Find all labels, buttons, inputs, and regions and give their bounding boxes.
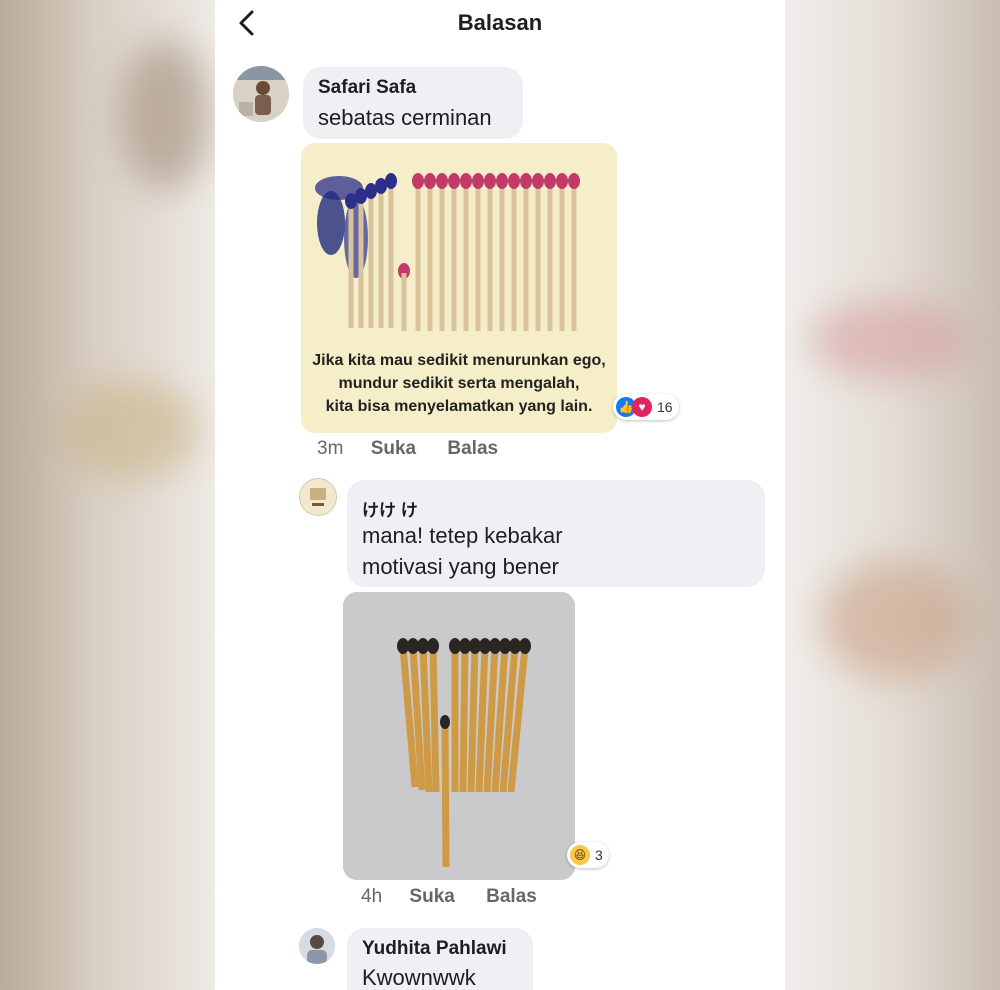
avatar[interactable] [299,928,335,964]
reaction-count: 16 [657,399,673,415]
top-bar: Balasan [215,0,785,50]
background-blur-shape [120,40,210,190]
avatar[interactable] [299,478,337,516]
image-caption-line: kita bisa menyelamatkan yang lain. [325,398,593,415]
like-button[interactable]: Suka [409,886,454,907]
comment-author[interactable]: けけ け [362,496,418,521]
page-title: Balasan [457,10,543,35]
background-blur-shape [810,300,970,380]
comment-text-line: mana! tetep kebakar [362,523,563,548]
comment-actions: 3m Suka Balas [317,438,498,460]
background-blur-shape [820,560,970,680]
like-button[interactable]: Suka [371,438,416,459]
comment-author[interactable]: Yudhita Pahlawi [362,938,507,960]
comment-bubble[interactable]: Safari Safa sebatas cerminan [303,67,523,139]
image-caption-line: mundur sedikit serta mengalah, [338,375,580,392]
comment-text: Kwownwwk [362,965,476,990]
matches-illustration [315,173,580,331]
love-icon: ♥ [632,397,652,417]
background-blur-shape [60,380,200,480]
reaction-count: 3 [595,847,603,863]
comment-bubble[interactable]: けけ け mana! tetep kebakar motivasi yang b… [347,480,765,587]
comment-replies-screen: Balasan Safari Safa sebatas cerminan Jik… [215,0,785,990]
comment-image-burnt-matches[interactable] [343,592,575,880]
reply-button[interactable]: Balas [447,438,498,459]
blurred-background-right [785,0,1000,990]
comment-time: 4h [361,886,383,907]
burnt-matches-illustration [343,592,575,880]
avatar[interactable] [233,66,289,122]
haha-icon: 😆 [570,845,590,865]
comment-time: 3m [317,438,344,459]
comment-text-line: motivasi yang bener [362,554,559,579]
comment-text: sebatas cerminan [318,105,492,130]
comment-image-matches[interactable]: Jika kita mau sedikit menurunkan ego, mu… [301,143,617,433]
image-caption-line: Jika kita mau sedikit menurunkan ego, [312,352,606,369]
reaction-summary[interactable]: 😆 3 [567,842,609,868]
reaction-summary[interactable]: 👍 ♥ 16 [613,394,679,420]
comment-actions: 4h Suka Balas [361,886,537,908]
reply-button[interactable]: Balas [486,886,537,907]
comment-author[interactable]: Safari Safa [318,77,416,99]
comment-bubble[interactable]: Yudhita Pahlawi Kwownwwk [347,928,533,990]
